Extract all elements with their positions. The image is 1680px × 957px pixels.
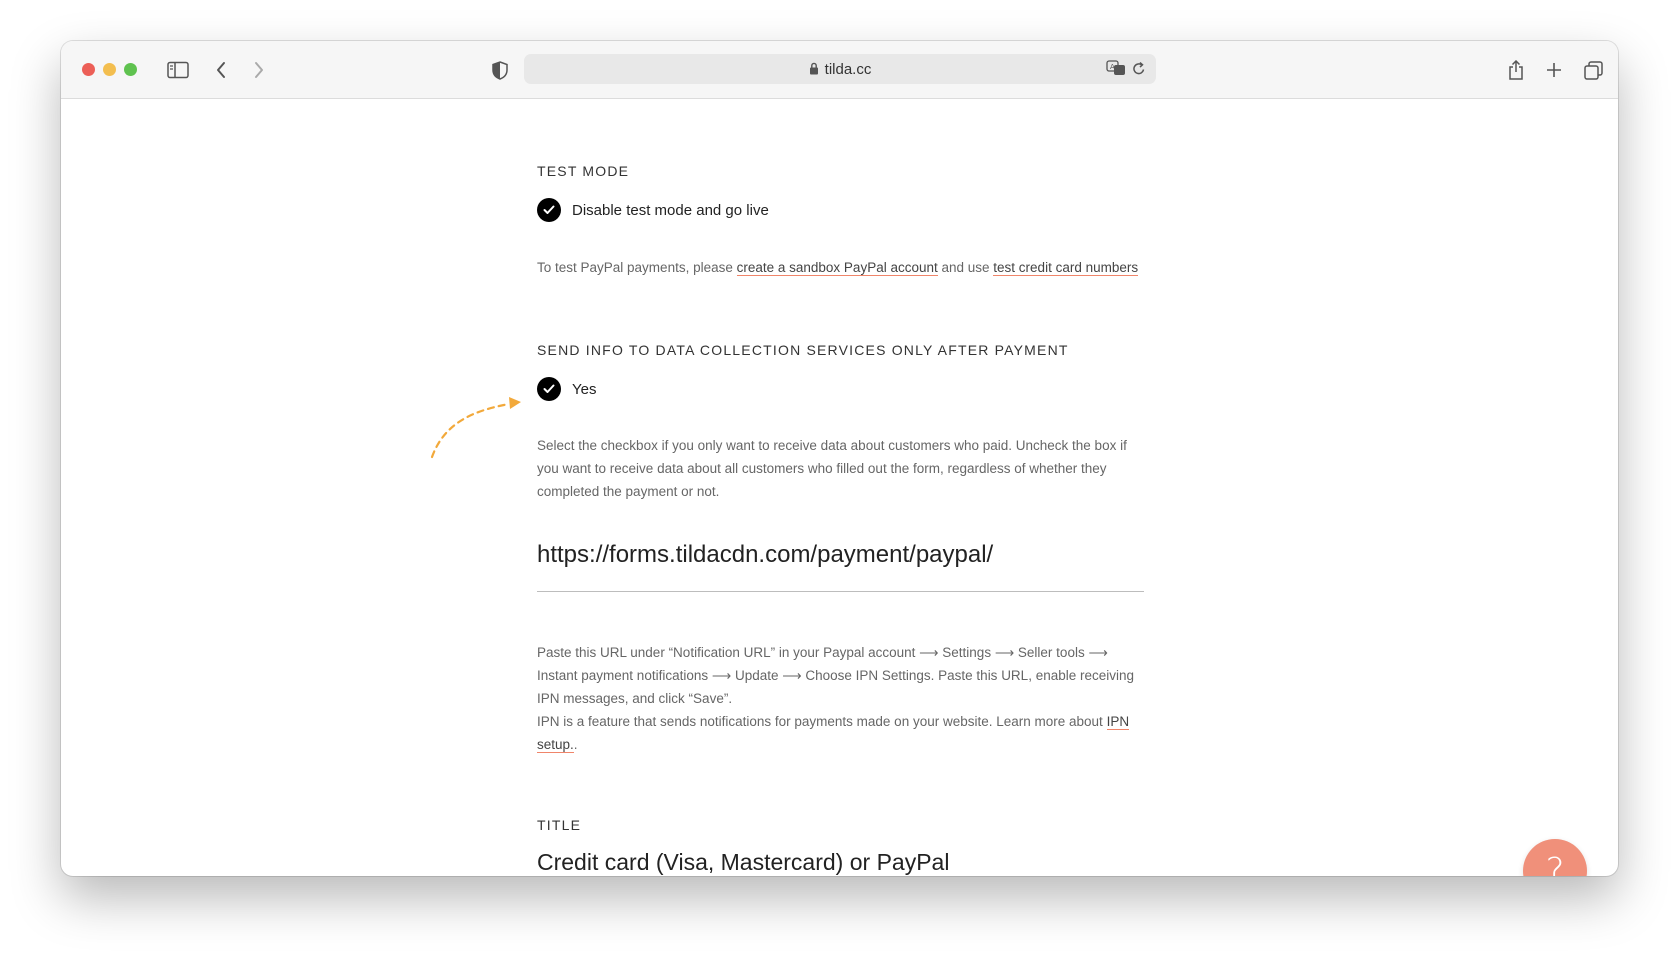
browser-window: tilda.cc A TEST MODE Disable test mode a…: [61, 41, 1618, 876]
sandbox-account-link[interactable]: create a sandbox PayPal account: [736, 260, 938, 276]
address-bar[interactable]: tilda.cc A: [524, 54, 1156, 84]
ipn-description-suffix: .: [573, 737, 578, 752]
ipn-description-text: IPN is a feature that sends notification…: [537, 714, 1107, 729]
title-label: TITLE: [537, 817, 582, 833]
test-mode-checkbox-row[interactable]: Disable test mode and go live: [537, 198, 1144, 222]
sidebar-icon[interactable]: [165, 57, 191, 83]
share-icon[interactable]: [1503, 57, 1529, 83]
test-mode-checkbox[interactable]: [537, 198, 561, 222]
zoom-window-button[interactable]: [124, 63, 137, 76]
test-card-numbers-link[interactable]: test credit card numbers: [993, 260, 1139, 276]
test-mode-checkbox-label: Disable test mode and go live: [572, 201, 769, 219]
svg-text:A: A: [1110, 63, 1115, 71]
close-window-button[interactable]: [82, 63, 95, 76]
tabs-icon[interactable]: [1580, 57, 1606, 83]
new-tab-icon[interactable]: [1541, 57, 1567, 83]
shield-icon[interactable]: [487, 57, 513, 83]
minimize-window-button[interactable]: [103, 63, 116, 76]
send-info-checkbox-row[interactable]: Yes: [537, 377, 1144, 401]
send-info-hint: Select the checkbox if you only want to …: [537, 438, 1127, 499]
checkmark-icon: [543, 205, 555, 214]
arrow-annotation-icon: [430, 397, 521, 459]
test-mode-hint: To test PayPal payments, please create a…: [537, 256, 1144, 279]
test-mode-hint-middle: and use: [937, 260, 994, 275]
title-input[interactable]: Credit card (Visa, Mastercard) or PayPal: [537, 849, 1144, 876]
page-content: TEST MODE Disable test mode and go live …: [61, 99, 1618, 876]
send-info-checkbox[interactable]: [537, 377, 561, 401]
help-button[interactable]: ?: [1523, 839, 1587, 876]
browser-toolbar: tilda.cc A: [61, 41, 1618, 99]
back-icon[interactable]: [208, 57, 234, 83]
lock-icon: [809, 62, 819, 79]
checkmark-icon: [543, 384, 555, 393]
send-info-label: SEND INFO TO DATA COLLECTION SERVICES ON…: [537, 342, 1069, 358]
reload-icon[interactable]: [1132, 61, 1146, 81]
test-mode-label: TEST MODE: [537, 163, 630, 179]
notification-url-hint: Paste this URL under “Notification URL” …: [537, 641, 1144, 756]
notification-url-field[interactable]: https://forms.tildacdn.com/payment/paypa…: [537, 541, 1144, 592]
address-text[interactable]: tilda.cc: [524, 61, 1156, 79]
notification-url-instructions: Paste this URL under “Notification URL” …: [537, 645, 1135, 706]
test-mode-hint-text: To test PayPal payments, please: [537, 260, 737, 275]
address-url: tilda.cc: [824, 61, 872, 78]
send-info-checkbox-label: Yes: [572, 380, 597, 398]
ipn-description: IPN is a feature that sends notification…: [537, 710, 1144, 756]
translate-icon[interactable]: A: [1106, 60, 1126, 81]
forward-icon[interactable]: [246, 57, 272, 83]
